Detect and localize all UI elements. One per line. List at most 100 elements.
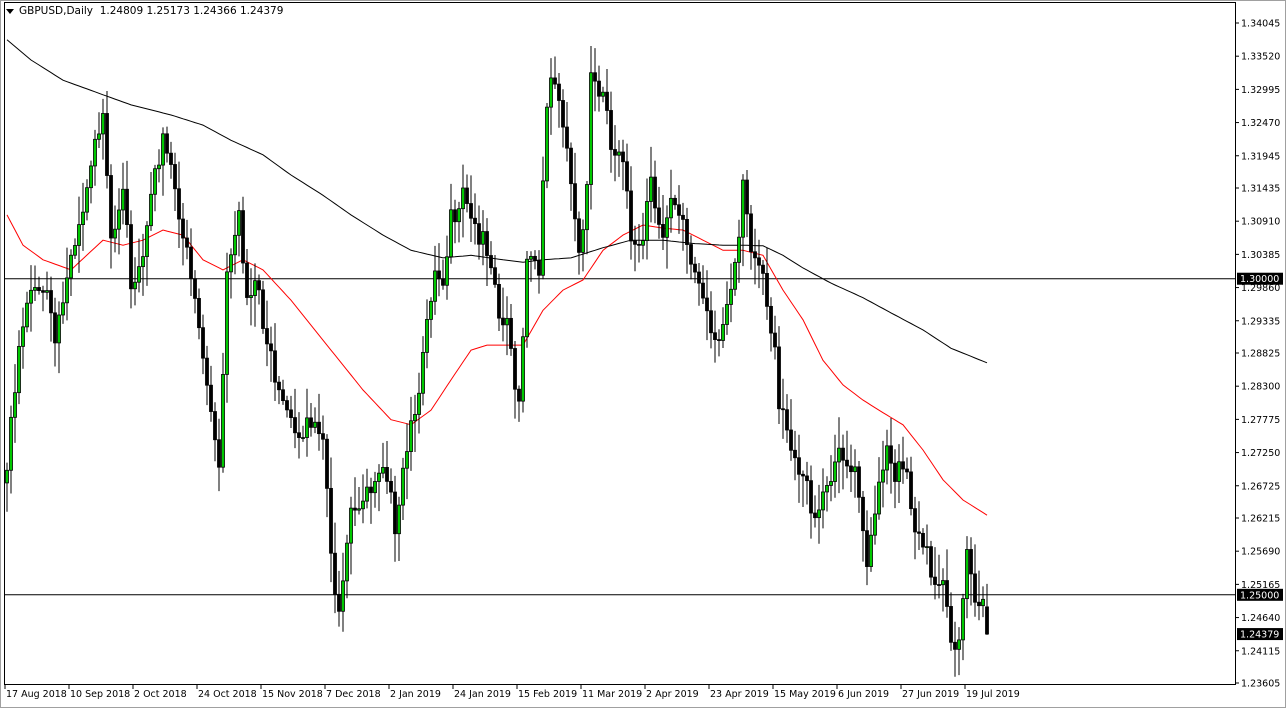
candle-bearish <box>606 92 609 110</box>
candle-bullish <box>422 352 425 393</box>
candle-bullish <box>22 327 25 347</box>
candle-bearish <box>294 418 297 433</box>
candle-bullish <box>98 134 101 139</box>
candle-bullish <box>398 505 401 534</box>
candle-bearish <box>914 509 917 532</box>
candle-bullish <box>302 438 305 439</box>
candle-bearish <box>442 279 445 286</box>
candle-bullish <box>830 481 833 485</box>
candle-bearish <box>466 188 469 204</box>
candle-bearish <box>922 533 925 547</box>
price-label-text: 1.25000 <box>1240 590 1279 601</box>
candle-bullish <box>362 501 365 509</box>
price-label-text: 1.24379 <box>1240 630 1279 641</box>
candle-bullish <box>738 237 741 262</box>
candle-bullish <box>134 282 137 289</box>
candle-bullish <box>374 481 377 492</box>
candle-bullish <box>18 346 21 392</box>
candle-bearish <box>714 333 717 340</box>
candle-bullish <box>414 414 417 420</box>
candle-bullish <box>838 448 841 462</box>
candle-bearish <box>202 328 205 358</box>
price-chart[interactable]: 1.340451.335201.329951.324701.319451.314… <box>0 0 1286 708</box>
candle-bullish <box>730 289 733 304</box>
candle-bullish <box>118 210 121 229</box>
price-tick-label: 1.28825 <box>1241 349 1280 360</box>
candle-bearish <box>910 472 913 509</box>
time-tick-label: 10 Sep 2018 <box>70 689 130 700</box>
candle-bullish <box>962 599 965 640</box>
candle-bearish <box>766 273 769 306</box>
candle-bearish <box>946 581 949 607</box>
price-tick-label: 1.30385 <box>1241 250 1280 261</box>
candle-bearish <box>634 241 637 244</box>
candle-bearish <box>598 81 601 96</box>
candle-bearish <box>266 329 269 344</box>
candle-bearish <box>310 418 313 427</box>
candle-bullish <box>94 139 97 166</box>
candle-bearish <box>478 224 481 245</box>
candle-bearish <box>210 385 213 411</box>
candle-bullish <box>254 281 257 296</box>
candle-bearish <box>354 508 357 510</box>
price-label-text: 1.30000 <box>1240 274 1279 285</box>
price-tick-label: 1.31435 <box>1241 184 1280 195</box>
candle-bearish <box>930 547 933 577</box>
candle-bullish <box>854 467 857 472</box>
candle-bullish <box>886 446 889 470</box>
candle-bearish <box>514 348 517 389</box>
candle-bearish <box>498 284 501 318</box>
price-tick-label: 1.29335 <box>1241 316 1280 327</box>
candle-bullish <box>982 599 985 605</box>
candle-bullish <box>34 287 37 290</box>
price-tick-label: 1.24640 <box>1241 613 1280 624</box>
chart-background <box>0 0 1286 708</box>
candle-bearish <box>762 265 765 273</box>
dropdown-triangle-icon[interactable] <box>6 9 14 14</box>
candle-bearish <box>754 252 757 258</box>
price-tick-label: 1.32470 <box>1241 118 1280 129</box>
candle-bearish <box>850 466 853 472</box>
candle-bullish <box>834 462 837 482</box>
ohlc-high: 1.25173 <box>146 5 189 17</box>
candle-bullish <box>358 509 361 510</box>
ohlc-close: 1.24379 <box>240 5 283 17</box>
time-tick-label: 15 Nov 2018 <box>262 689 323 700</box>
candle-bearish <box>718 340 721 341</box>
candle-bearish <box>562 100 565 127</box>
candle-bearish <box>490 256 493 268</box>
time-tick-label: 15 May 2019 <box>774 689 836 700</box>
candle-bullish <box>66 278 69 303</box>
candle-bullish <box>462 188 465 209</box>
candle-bearish <box>902 462 905 469</box>
candle-bearish <box>758 258 761 265</box>
candle-bearish <box>130 225 133 289</box>
candle-bearish <box>262 290 265 329</box>
candle-bearish <box>674 198 677 204</box>
candle-bullish <box>406 452 409 469</box>
candle-bearish <box>690 245 693 265</box>
candle-bearish <box>918 532 921 533</box>
candle-bullish <box>122 189 125 210</box>
candle-bullish <box>6 470 9 483</box>
ohlc-open: 1.24809 <box>100 5 143 17</box>
candle-bearish <box>798 458 801 475</box>
candle-bullish <box>666 218 669 238</box>
candle-bearish <box>174 164 177 188</box>
candle-bearish <box>686 219 689 244</box>
candle-bullish <box>30 290 33 303</box>
candle-bearish <box>558 84 561 100</box>
candle-bearish <box>802 474 805 476</box>
candle-bearish <box>770 306 773 333</box>
candle-bearish <box>286 401 289 410</box>
candle-bearish <box>862 497 865 530</box>
candle-bearish <box>986 607 989 634</box>
candle-bearish <box>698 272 701 283</box>
candle-bearish <box>282 390 285 401</box>
candle-bullish <box>882 470 885 482</box>
candle-bearish <box>338 594 341 611</box>
candle-bearish <box>694 264 697 272</box>
price-tick-label: 1.24115 <box>1241 646 1280 657</box>
candle-bearish <box>194 279 197 299</box>
candle-bearish <box>574 184 577 219</box>
